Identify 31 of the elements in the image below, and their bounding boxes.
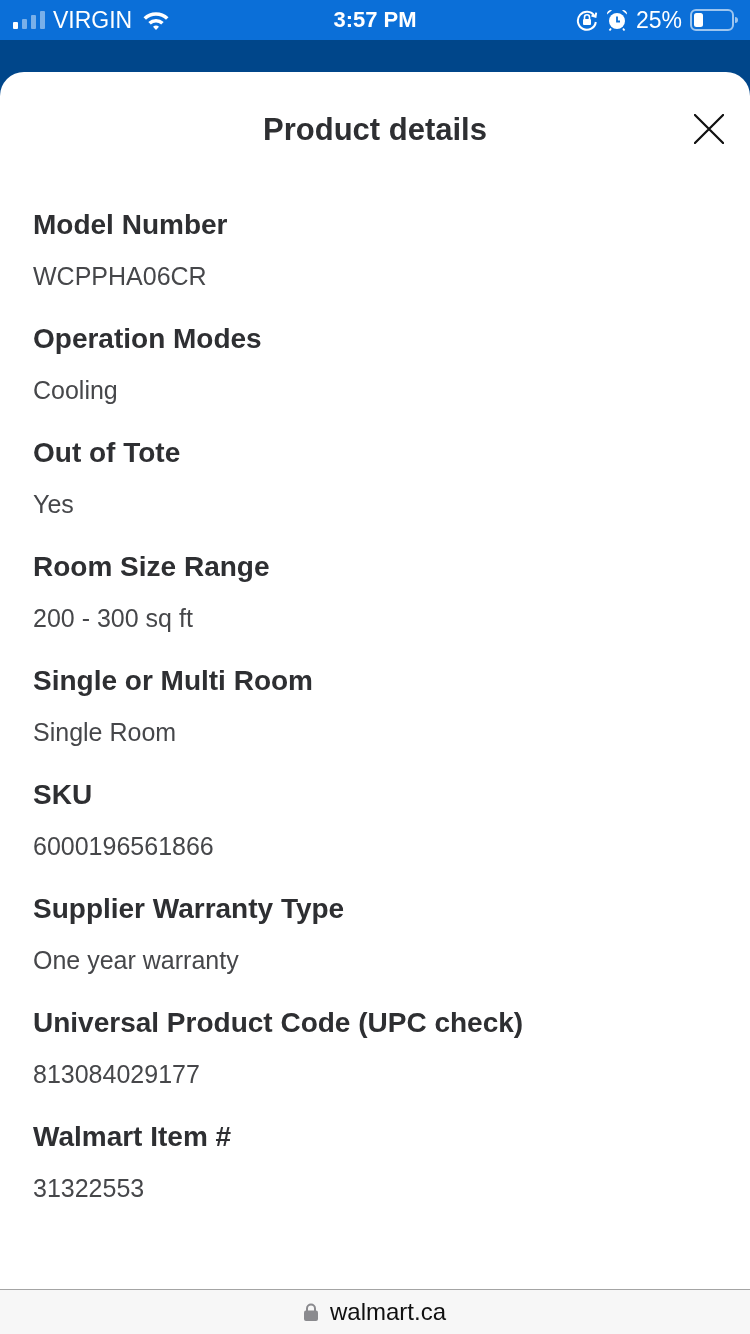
detail-value: Cooling [33, 375, 119, 406]
status-time: 3:57 PM [333, 6, 417, 34]
wifi-icon [142, 10, 171, 30]
detail-label: Universal Product Code (UPC check) [33, 1006, 525, 1040]
detail-value: 6000196561866 [33, 831, 215, 862]
detail-value: 813084029177 [33, 1059, 201, 1090]
alarm-clock-icon [605, 9, 628, 31]
detail-value: 31322553 [33, 1173, 146, 1204]
detail-label: Operation Modes [33, 322, 263, 356]
close-button[interactable] [692, 112, 726, 146]
detail-label: Walmart Item # [33, 1120, 233, 1154]
battery-icon [690, 9, 738, 31]
rotation-lock-icon [575, 9, 598, 31]
carrier-name: VIRGIN [53, 6, 133, 34]
detail-label: Single or Multi Room [33, 664, 314, 698]
detail-label: Room Size Range [33, 550, 271, 584]
url-text: walmart.ca [330, 1297, 446, 1327]
sheet-title: Product details [263, 111, 487, 149]
detail-value: WCPPHA06CR [33, 261, 208, 292]
detail-label: Model Number [33, 208, 229, 242]
detail-label: Supplier Warranty Type [33, 892, 346, 926]
detail-label: Out of Tote [33, 436, 182, 470]
detail-label: SKU [33, 778, 94, 812]
detail-value: One year warranty [33, 945, 240, 976]
detail-value: 200 - 300 sq ft [33, 603, 194, 634]
close-icon [694, 114, 724, 144]
detail-value: Yes [33, 489, 75, 520]
lock-icon [304, 1303, 318, 1321]
signal-icon [13, 11, 45, 29]
detail-value: Single Room [33, 717, 178, 748]
battery-percent: 25% [635, 6, 682, 34]
